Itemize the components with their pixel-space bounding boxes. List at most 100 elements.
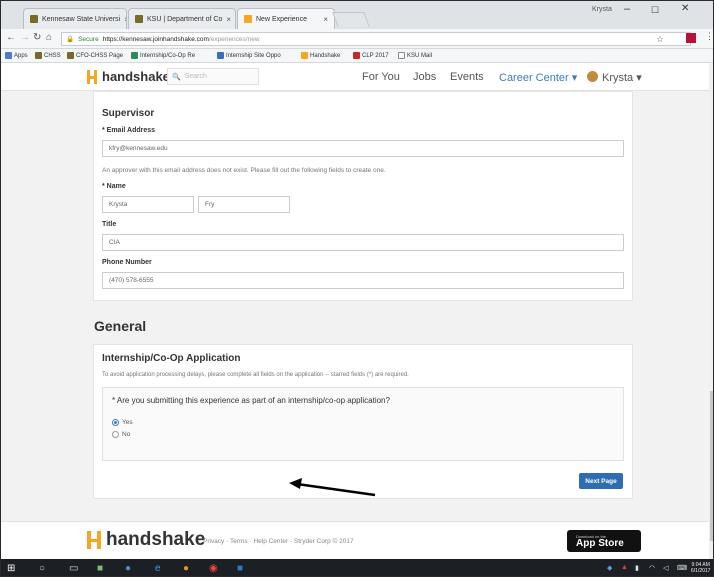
bookmark-clp[interactable]: CLP 2017 [353,52,389,59]
forward-icon[interactable]: → [20,32,30,43]
nav-career-center[interactable]: Career Center ▾ [499,71,577,84]
title-field[interactable]: CIA [102,234,624,251]
maximize-icon[interactable]: ☐ [651,5,659,16]
url-path: /experiences/new [208,35,260,43]
extension-icon[interactable] [686,33,696,43]
tab-new-experience[interactable]: New Experience × [237,8,335,29]
email-field[interactable]: kfry@kennesaw.edu [102,140,624,157]
bookmark-internship-coop[interactable]: Internship/Co-Op Re [131,52,195,59]
search-icon[interactable]: ○ [39,563,45,574]
page-icon [398,52,405,59]
footer-brand: handshake [106,529,206,550]
flag-icon [353,52,360,59]
nav-jobs[interactable]: Jobs [413,71,436,83]
bookmark-star-icon[interactable]: ☆ [656,34,664,45]
close-window-icon[interactable]: ✕ [681,3,689,14]
ksu-icon [67,52,74,59]
keyboard-icon[interactable]: ⌨ [677,564,687,572]
tab-label: New Experience [256,15,307,23]
first-name-field[interactable]: Krysta [102,196,194,213]
avatar[interactable] [587,71,598,82]
windows-start-icon[interactable]: ⊞ [7,563,15,574]
supervisor-heading: Supervisor [102,108,155,119]
tab-kennesaw[interactable]: Kennesaw State Universi × [23,8,127,29]
clock[interactable]: 9:04 AM 6/1/2017 [691,562,710,574]
security-icon[interactable]: ▲ [621,564,628,571]
secure-label: Secure [78,35,99,43]
next-page-button[interactable]: Next Page [579,473,623,489]
footer-logo[interactable]: handshake [87,529,205,551]
footer: handshake Privacy · Terms · Help Center … [1,521,709,559]
handshake-icon [87,531,103,549]
close-icon[interactable]: × [120,15,126,24]
network-icon[interactable]: ◆ [607,564,612,572]
approver-note: An approver with this email address does… [102,167,386,174]
handshake-icon [301,52,308,59]
annotation-arrow-icon [289,478,376,497]
window-user[interactable]: Krysta [592,6,612,13]
file-explorer-icon[interactable]: ■ [97,563,103,574]
chrome-icon[interactable]: ◉ [209,563,218,574]
handshake-icon [87,69,99,84]
task-view-icon[interactable]: ▭ [69,563,78,574]
title-label: Title [102,221,117,228]
url-host: https://kennesaw.joinhandshake.com [102,35,209,43]
handshake-logo[interactable]: handshake [87,69,170,84]
nav-events[interactable]: Events [450,71,484,83]
email-label: * Email Address [102,127,156,134]
radio-icon[interactable] [112,431,119,438]
phone-field[interactable]: (470) 578-6555 [102,272,624,289]
bookmark-cfo-chss[interactable]: CFO-CHSS Page [67,52,123,59]
firefox-icon[interactable]: ● [183,563,189,574]
home-icon[interactable]: ⌂ [46,32,52,43]
people-icon[interactable]: ● [125,563,131,574]
sheet-icon [131,52,138,59]
footer-links[interactable]: Privacy · Terms · Help Center · Stryder … [203,538,354,545]
screen: Kennesaw State Universi × KSU | Departme… [0,0,714,577]
option-yes[interactable]: Yes [112,419,133,426]
nav-for-you[interactable]: For You [362,71,400,83]
brand-name: handshake [102,69,170,84]
edge-icon[interactable]: e [155,563,161,574]
last-name-field[interactable]: Fry [198,196,290,213]
search-placeholder: Search [184,73,207,80]
radio-checked-icon[interactable] [112,419,119,426]
volume-icon[interactable]: ◁ [663,564,668,572]
ksu-icon [35,52,42,59]
required-note: To avoid application processing delays, … [102,372,409,378]
url-input[interactable]: 🔒 Secure https://kennesaw.joinhandshake.… [61,32,691,46]
bookmark-apps[interactable]: Apps [5,52,28,59]
tab-ksu-department[interactable]: KSU | Department of Co × [128,8,236,29]
tab-label: KSU | Department of Co [147,15,223,23]
address-bar: ← → ↻ ⌂ 🔒 Secure https://kennesaw.joinha… [1,29,713,49]
back-icon[interactable]: ← [6,32,16,43]
bookmark-handshake[interactable]: Handshake [301,52,340,59]
outlook-icon[interactable]: ■ [237,563,243,574]
scrollbar-thumb[interactable] [710,391,713,541]
user-menu[interactable]: Krysta ▾ [602,71,642,84]
bookmarks-bar: Apps CHSS CFO-CHSS Page Internship/Co-Op… [1,49,713,63]
general-heading: General [94,318,147,334]
lock-icon: 🔒 [66,36,75,43]
taskbar: ⊞ ○ ▭ ■ ● e ● ◉ ■ ◆ ▲ ▮ ◠ ◁ ⌨ 9:04 AM 6/… [1,559,713,576]
new-tab-button[interactable] [332,12,370,27]
close-icon[interactable]: × [222,15,231,24]
reload-icon[interactable]: ↻ [33,32,41,43]
close-icon[interactable]: × [319,15,328,24]
menu-icon[interactable]: ⋮ [705,31,713,42]
ksu-icon [135,15,143,23]
app-store-badge[interactable]: Download on the App Store [567,530,641,552]
apps-icon [5,52,12,59]
wifi-icon[interactable]: ◠ [649,564,655,572]
question-text: * Are you submitting this experience as … [112,396,390,405]
phone-label: Phone Number [102,259,152,266]
handshake-icon [244,15,252,23]
section-title: Internship/Co-Op Application [102,353,241,364]
search-input[interactable]: 🔍 Search [167,68,259,85]
bookmark-internship-site[interactable]: Internship Site Oppo [217,52,281,59]
bookmark-chss[interactable]: CHSS [35,52,61,59]
option-no[interactable]: No [112,431,130,438]
bookmark-ksu-mail[interactable]: KSU Mail [398,52,432,59]
minimize-icon[interactable]: – [624,3,630,15]
battery-icon[interactable]: ▮ [635,564,639,572]
